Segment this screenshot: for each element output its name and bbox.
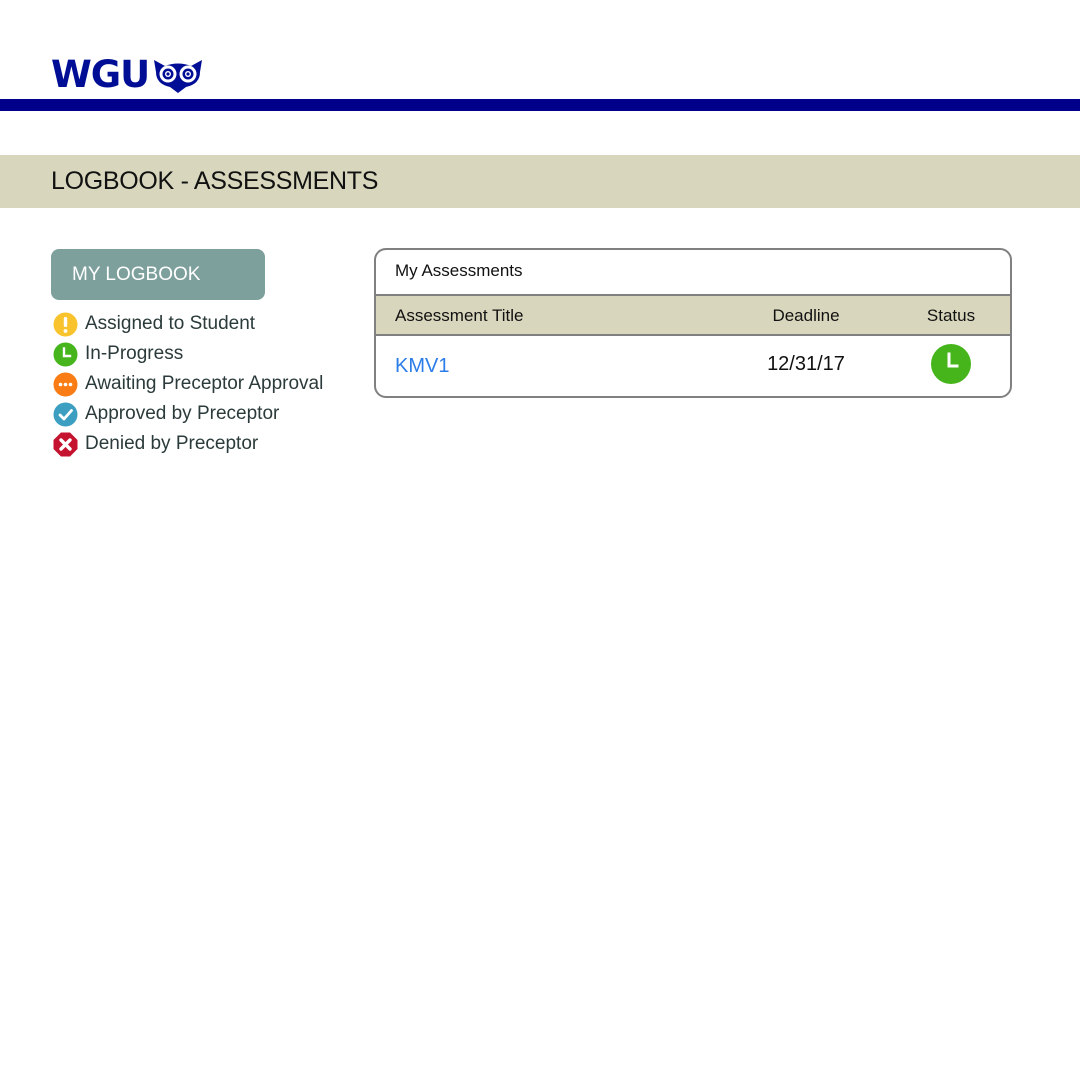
- table-header: Assessment Title Deadline Status: [376, 294, 1010, 336]
- legend-label: In-Progress: [85, 343, 184, 364]
- column-header-status: Status: [926, 306, 976, 325]
- x-octagon-icon: [53, 432, 78, 456]
- clock-icon: [53, 342, 78, 366]
- checkmark-icon: [53, 402, 78, 426]
- legend-item-assigned: Assigned to Student: [53, 309, 323, 339]
- column-header-deadline: Deadline: [772, 306, 840, 325]
- legend-item-awaiting: Awaiting Preceptor Approval: [53, 369, 323, 399]
- page-title: LOGBOOK - ASSESSMENTS: [51, 167, 379, 195]
- legend-item-in-progress: In-Progress: [53, 339, 323, 369]
- header-divider: [0, 99, 1080, 111]
- logo-text: WGU: [51, 53, 150, 96]
- wgu-logo[interactable]: WGU: [51, 56, 203, 94]
- legend-label: Awaiting Preceptor Approval: [85, 373, 324, 394]
- legend-item-approved: Approved by Preceptor: [53, 399, 323, 429]
- assessment-deadline: 12/31/17: [767, 353, 845, 375]
- card-title: My Assessments: [395, 261, 523, 280]
- page: WGU LOGBOOK - ASSESSMENTS MY LOGBOOK Ass…: [0, 0, 1080, 1080]
- owl-logo-icon: [154, 60, 203, 93]
- ellipsis-icon: [53, 372, 78, 396]
- legend-label: Approved by Preceptor: [85, 403, 280, 424]
- title-band: LOGBOOK - ASSESSMENTS: [0, 155, 1080, 208]
- assessment-link[interactable]: KMV1: [395, 336, 449, 396]
- my-logbook-button[interactable]: MY LOGBOOK: [51, 249, 265, 300]
- legend-label: Denied by Preceptor: [85, 433, 259, 454]
- legend-item-denied: Denied by Preceptor: [53, 429, 323, 459]
- table-row: KMV1 12/31/17: [376, 336, 1010, 396]
- status-legend: Assigned to Student In-Progress Awaiting…: [53, 309, 323, 459]
- clock-icon: [931, 344, 971, 384]
- assessments-card: My Assessments Assessment Title Deadline…: [374, 248, 1012, 398]
- exclamation-icon: [53, 312, 78, 336]
- status-badge: [930, 343, 972, 385]
- column-header-title: Assessment Title: [395, 306, 524, 325]
- legend-label: Assigned to Student: [85, 313, 256, 334]
